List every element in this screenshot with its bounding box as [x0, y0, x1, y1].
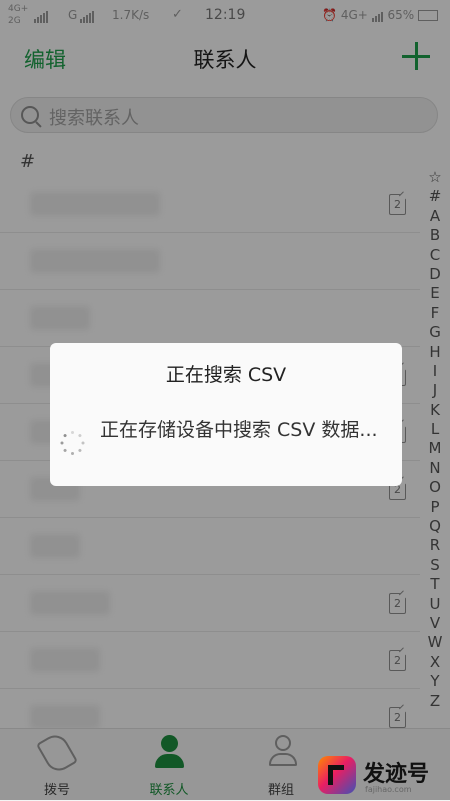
spinner-dot	[77, 433, 83, 438]
spinner-dot	[71, 452, 74, 455]
spinner-dot	[62, 433, 68, 438]
spinner-dot	[81, 441, 85, 445]
spinner-dot	[77, 448, 83, 453]
loading-spinner-icon	[60, 431, 85, 455]
progress-dialog: 正在搜索 CSV 正在存储设备中搜索 CSV 数据...	[50, 343, 402, 486]
brand-logo-icon	[318, 756, 356, 794]
watermark-site: fajihao.com	[365, 785, 412, 794]
dialog-message: 正在存储设备中搜索 CSV 数据...	[100, 419, 378, 441]
spinner-dot	[71, 431, 74, 434]
dialog-title: 正在搜索 CSV	[165, 364, 287, 386]
spinner-dot	[62, 448, 68, 453]
spinner-dot	[60, 441, 64, 445]
watermark-name: 发迹号	[363, 762, 430, 787]
watermark-logo: 发迹号 fajihao.com	[318, 752, 450, 800]
